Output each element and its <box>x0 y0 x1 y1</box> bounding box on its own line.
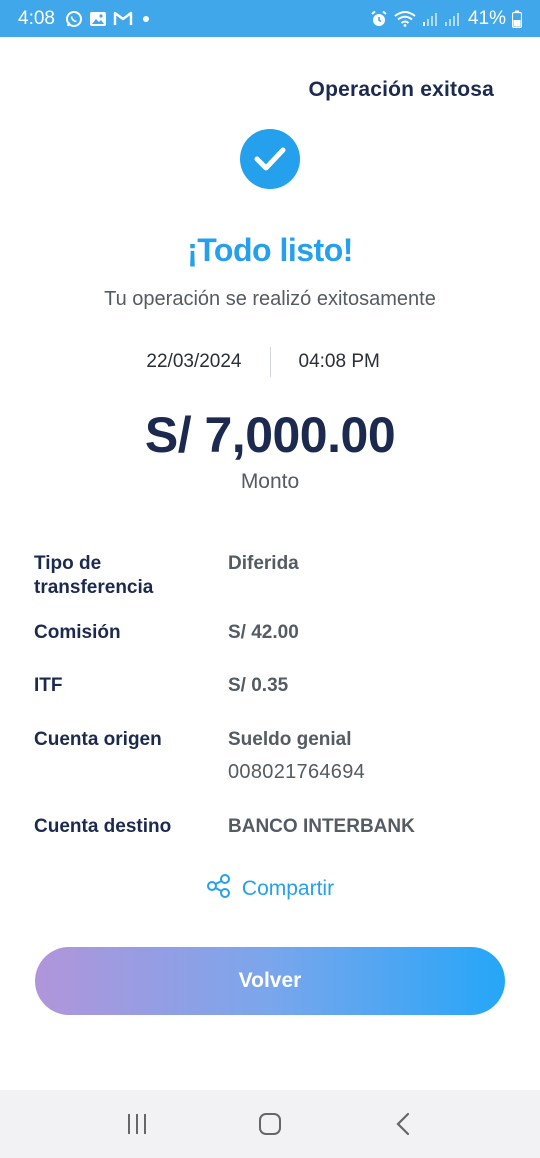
status-bar-right: 41% <box>370 8 522 30</box>
amount-label: Monto <box>240 470 300 493</box>
commission-value: S/ 42.00 <box>228 622 299 643</box>
battery-percent: 41% <box>467 7 506 29</box>
transfer-type-value: Diferida <box>228 553 299 574</box>
back-icon[interactable] <box>373 1099 433 1149</box>
status-bar: 4:08 41% <box>0 0 540 37</box>
commission-label: Comisión <box>34 622 121 643</box>
itf-value: S/ 0.35 <box>228 675 289 696</box>
amount-value: S/ 7,000.00 <box>144 407 396 463</box>
signal-icon <box>422 11 438 27</box>
status-bar-left: 4:08 <box>18 8 149 30</box>
status-time: 4:08 <box>18 7 55 29</box>
operation-date: 22/03/2024 <box>146 351 242 372</box>
gallery-icon <box>89 11 107 27</box>
system-nav-bar <box>0 1090 540 1158</box>
origin-account-value: Sueldo genial <box>228 729 352 750</box>
operation-time: 04:08 PM <box>298 351 380 372</box>
back-button[interactable]: Volver <box>35 947 505 1015</box>
share-icon <box>206 873 232 905</box>
share-link[interactable]: Compartir <box>0 874 540 904</box>
signal-icon <box>444 11 460 27</box>
operation-datetime: 22/03/2024 04:08 PM <box>0 346 540 378</box>
transfer-type-label: Tipo de transferencia <box>34 553 154 598</box>
alarm-icon <box>370 10 388 28</box>
origin-account-label: Cuenta origen <box>34 729 162 750</box>
success-subtitle: Tu operación se realizó exitosamente <box>104 288 436 310</box>
battery-icon <box>512 10 522 28</box>
success-headline: ¡Todo listo! <box>187 232 353 268</box>
gmail-icon <box>113 11 133 26</box>
destination-account-label: Cuenta destino <box>34 816 172 837</box>
page-title: Operación exitosa <box>308 78 494 101</box>
share-label: Compartir <box>241 877 335 900</box>
check-circle-icon <box>240 129 300 189</box>
notification-dot <box>142 15 149 22</box>
origin-account-number: 008021764694 <box>228 761 366 783</box>
whatsapp-icon <box>65 10 83 28</box>
recents-icon[interactable] <box>107 1099 167 1149</box>
destination-account-value: BANCO INTERBANK <box>228 816 415 837</box>
itf-label: ITF <box>34 675 63 696</box>
home-icon[interactable] <box>240 1099 300 1149</box>
wifi-icon <box>394 10 416 27</box>
